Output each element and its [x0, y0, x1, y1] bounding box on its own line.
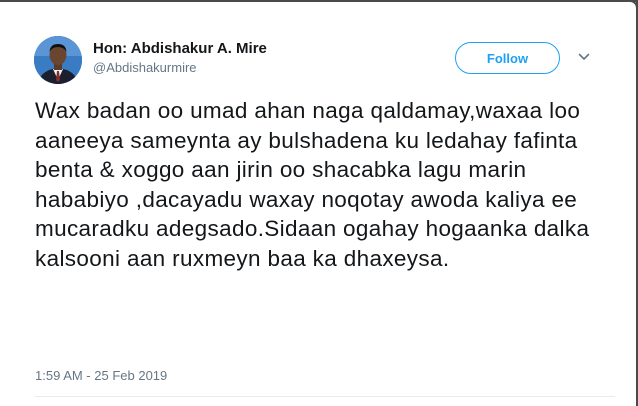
author-handle[interactable]: @Abdishakurmire: [93, 60, 197, 75]
author-name[interactable]: Hon: Abdishakur A. Mire: [93, 40, 267, 57]
tweet-timestamp[interactable]: 1:59 AM - 25 Feb 2019: [35, 368, 167, 383]
tweet-text: Wax badan oo umad ahan naga qaldamay,wax…: [35, 98, 590, 271]
follow-button-label: Follow: [486, 50, 529, 66]
follow-button[interactable]: Follow: [455, 42, 560, 74]
avatar-photo: [34, 36, 82, 84]
chevron-down-icon[interactable]: [577, 50, 591, 64]
divider: [35, 396, 615, 397]
tweet-header: Hon: Abdishakur A. Mire @Abdishakurmire …: [34, 36, 604, 86]
avatar[interactable]: [34, 36, 82, 84]
